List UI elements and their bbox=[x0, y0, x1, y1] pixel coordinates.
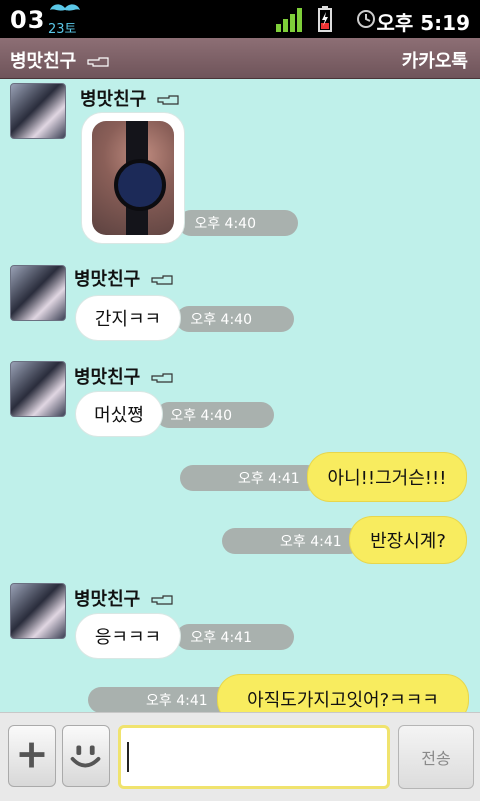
battery-icon bbox=[318, 6, 332, 32]
attach-button[interactable] bbox=[8, 725, 56, 787]
text-caret bbox=[127, 742, 129, 772]
plus-icon bbox=[19, 742, 45, 768]
friend-avatar[interactable] bbox=[10, 583, 66, 639]
chat-title-text: 병맛친구 bbox=[10, 51, 77, 72]
my-message-bubble[interactable]: 아직도가지고잇어?ㅋㅋㅋ bbox=[218, 675, 468, 712]
pointing-hand-icon bbox=[150, 373, 173, 383]
smiley-icon bbox=[70, 745, 101, 768]
alarm-clock-icon bbox=[357, 10, 375, 28]
message-sender: 병맛친구 bbox=[74, 265, 173, 291]
my-message-bubble[interactable]: 아니!!그거슨!!! bbox=[308, 453, 466, 501]
message-bubble[interactable]: 응ㅋㅋㅋ bbox=[76, 614, 180, 658]
status-bar: 03 23토 오후 5:19 bbox=[0, 0, 480, 38]
pointing-hand-icon bbox=[86, 57, 109, 67]
message-time: 오후 4:40 bbox=[156, 402, 274, 428]
message-time: 오후 4:41 bbox=[222, 528, 362, 554]
message-input-bar: 전송 bbox=[0, 712, 480, 801]
my-message-bubble[interactable]: 반장시계? bbox=[350, 517, 466, 563]
message-input[interactable] bbox=[118, 725, 390, 789]
status-date: 03 bbox=[10, 6, 46, 34]
message-sender: 병맛친구 bbox=[80, 85, 179, 111]
app-name: 카카오톡 bbox=[401, 51, 468, 72]
message-time: 오후 4:41 bbox=[176, 624, 294, 650]
pointing-hand-icon bbox=[150, 275, 173, 285]
status-time: 오후 5:19 bbox=[376, 11, 470, 35]
message-bubble[interactable]: 머싰쪙 bbox=[76, 392, 162, 436]
message-time: 오후 4:41 bbox=[180, 465, 320, 491]
message-time: 오후 4:41 bbox=[88, 687, 236, 712]
message-time: 오후 4:40 bbox=[178, 210, 298, 236]
message-bubble[interactable]: 간지ㅋㅋ bbox=[76, 296, 180, 340]
pointing-hand-icon bbox=[150, 595, 173, 605]
chat-title[interactable]: 병맛친구 bbox=[10, 47, 109, 73]
send-button[interactable]: 전송 bbox=[398, 725, 474, 789]
emoticon-button[interactable] bbox=[62, 725, 110, 787]
photo-message-bubble[interactable] bbox=[82, 113, 184, 243]
status-day: 23토 bbox=[48, 22, 77, 37]
friend-avatar[interactable] bbox=[10, 265, 66, 321]
chat-title-bar: 병맛친구 카카오톡 bbox=[0, 38, 480, 79]
message-time: 오후 4:40 bbox=[176, 306, 294, 332]
watch-photo[interactable] bbox=[92, 121, 174, 235]
signal-icon bbox=[276, 8, 302, 32]
chat-message-list[interactable]: 병맛친구 오후 4:40 병맛친구 간지ㅋㅋ 오후 4:40 병맛친구 머싰쪙 … bbox=[0, 79, 480, 712]
friend-avatar[interactable] bbox=[10, 361, 66, 417]
pointing-hand-icon bbox=[156, 95, 179, 105]
message-sender: 병맛친구 bbox=[74, 585, 173, 611]
mustache-icon bbox=[50, 4, 80, 11]
friend-avatar[interactable] bbox=[10, 83, 66, 139]
message-sender: 병맛친구 bbox=[74, 363, 173, 389]
